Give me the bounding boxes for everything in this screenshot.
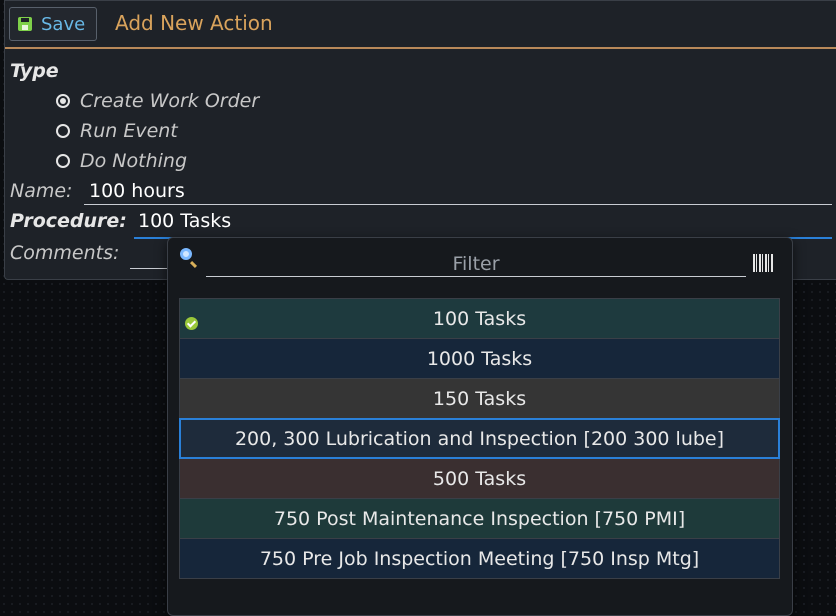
- save-button-label: Save: [41, 13, 86, 35]
- radio-do-nothing[interactable]: Do Nothing: [56, 150, 187, 172]
- procedure-option[interactable]: 750 Pre Job Inspection Meeting [750 Insp…: [179, 538, 780, 579]
- option-label: 100 Tasks: [432, 307, 527, 330]
- form-header: Save Add New Action: [5, 1, 836, 49]
- radio-checked-icon: [56, 94, 70, 108]
- radio-run-event[interactable]: Run Event: [56, 120, 178, 142]
- radio-unchecked-icon: [56, 154, 70, 168]
- option-label: 500 Tasks: [432, 467, 527, 490]
- option-label: 150 Tasks: [432, 387, 527, 410]
- procedure-option[interactable]: 750 Post Maintenance Inspection [750 PMI…: [179, 498, 780, 539]
- check-icon: [185, 317, 198, 330]
- procedure-field[interactable]: 100 Tasks: [138, 210, 231, 232]
- procedure-options-list: 100 Tasks 1000 Tasks 150 Tasks 200, 300 …: [179, 298, 780, 579]
- radio-label: Run Event: [80, 120, 178, 142]
- comments-label: Comments:: [10, 242, 120, 264]
- option-label: 1000 Tasks: [426, 347, 533, 370]
- radio-unchecked-icon: [56, 124, 70, 138]
- search-icon: [180, 248, 192, 260]
- comments-field[interactable]: [130, 268, 168, 269]
- option-label: 750 Post Maintenance Inspection [750 PMI…: [273, 507, 686, 530]
- save-button[interactable]: Save: [9, 7, 97, 41]
- option-label: 750 Pre Job Inspection Meeting [750 Insp…: [259, 547, 700, 570]
- filter-input[interactable]: [206, 252, 746, 277]
- radio-create-work-order[interactable]: Create Work Order: [56, 90, 259, 112]
- name-field-underline: [84, 204, 832, 205]
- procedure-option[interactable]: 100 Tasks: [179, 298, 780, 339]
- procedure-option[interactable]: 1000 Tasks: [179, 338, 780, 379]
- procedure-option[interactable]: 150 Tasks: [179, 378, 780, 419]
- floppy-disk-icon: [18, 17, 32, 31]
- name-field[interactable]: 100 hours: [89, 180, 185, 202]
- name-label: Name:: [10, 180, 73, 202]
- radio-label: Do Nothing: [80, 150, 188, 172]
- type-label: Type: [10, 60, 59, 82]
- procedure-label: Procedure:: [10, 210, 127, 232]
- page-title: Add New Action: [115, 11, 273, 35]
- procedure-option-highlighted[interactable]: 200, 300 Lubrication and Inspection [200…: [179, 418, 780, 459]
- barcode-icon[interactable]: [753, 254, 773, 272]
- procedure-dropdown: 100 Tasks 1000 Tasks 150 Tasks 200, 300 …: [167, 237, 793, 616]
- procedure-option[interactable]: 500 Tasks: [179, 458, 780, 499]
- radio-label: Create Work Order: [80, 90, 260, 112]
- option-label: 200, 300 Lubrication and Inspection [200…: [234, 427, 725, 450]
